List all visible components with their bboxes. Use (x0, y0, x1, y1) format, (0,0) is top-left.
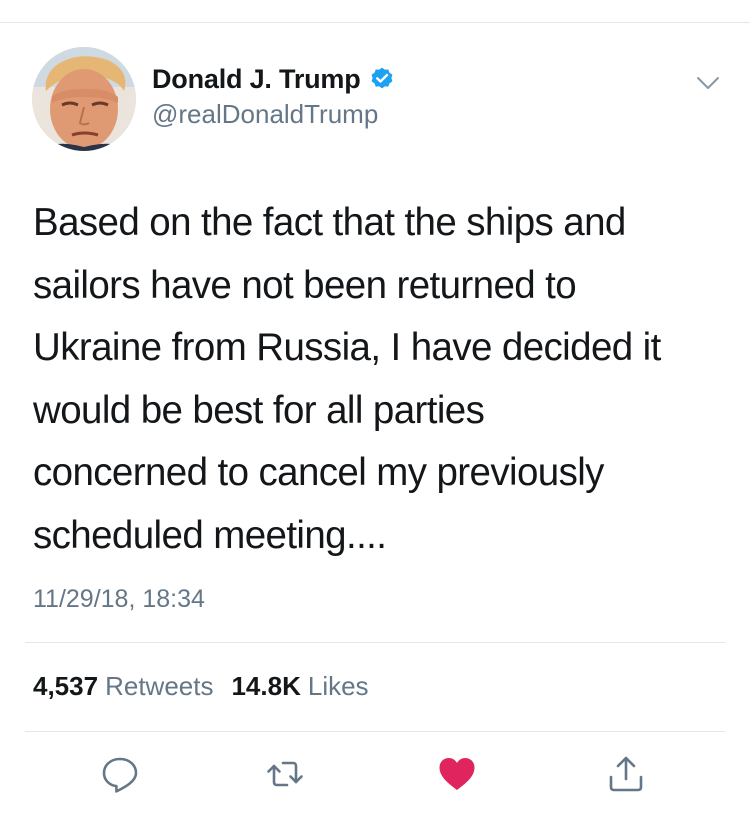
reply-icon (102, 757, 138, 793)
likes-count[interactable]: 14.8K (231, 671, 300, 702)
heart-icon (439, 758, 475, 790)
retweet-icon (267, 761, 303, 787)
tweet-line: concerned to cancel my previously (33, 451, 604, 494)
share-button[interactable] (604, 752, 648, 796)
tweet-line: Based on the fact that the ships and (33, 201, 626, 244)
like-button[interactable] (435, 752, 479, 796)
tweet-line: scheduled meeting.... (33, 513, 387, 557)
share-icon (609, 756, 643, 792)
engagement-stats: 4,537 Retweets 14.8K Likes (33, 671, 387, 702)
divider (25, 642, 725, 643)
verified-badge-icon (369, 66, 395, 92)
likes-label[interactable]: Likes (308, 671, 369, 702)
retweets-label[interactable]: Retweets (105, 671, 213, 702)
chevron-down-icon[interactable] (694, 69, 722, 97)
reply-button[interactable] (98, 752, 142, 796)
retweet-button[interactable] (263, 752, 307, 796)
divider (25, 731, 725, 732)
user-handle[interactable]: @realDonaldTrump (152, 99, 378, 130)
retweets-count[interactable]: 4,537 (33, 671, 98, 702)
tweet-line: sailors have not been returned to (33, 263, 577, 307)
avatar-photo (32, 47, 136, 151)
timestamp[interactable]: 11/29/18, 18:34 (33, 585, 205, 614)
tweet-line: Ukraine from Russia, I have decided it (33, 326, 661, 369)
avatar[interactable] (32, 47, 136, 151)
name-row: Donald J. Trump (152, 61, 395, 97)
top-divider (0, 22, 750, 23)
tweet-text: Based on the fact that the ships and sai… (33, 192, 723, 567)
tweet-line: would be best for all parties (33, 388, 485, 432)
display-name[interactable]: Donald J. Trump (152, 64, 361, 95)
